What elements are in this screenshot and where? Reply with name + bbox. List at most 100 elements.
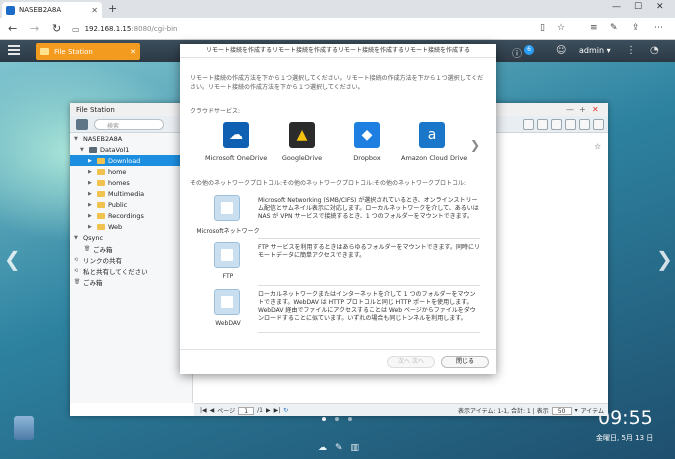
- filter-icon[interactable]: [537, 119, 548, 130]
- protocol-option-smb[interactable]: Microsoftネットワーク Microsoft Networking (SM…: [192, 195, 482, 243]
- next-button[interactable]: 次へ 次へ: [387, 356, 435, 368]
- favorite-star-icon[interactable]: ☆: [557, 23, 565, 33]
- cloud-option-googledrive[interactable]: ▲ GoogleDrive: [271, 122, 333, 162]
- dashboard-icon[interactable]: ◔: [650, 45, 659, 56]
- more-tools-icon[interactable]: [579, 119, 590, 130]
- other-protocols-label: その他のネットワークプロトコル:その他のネットワークプロトコル:その他のネットワ…: [190, 180, 467, 187]
- forward-icon[interactable]: →: [30, 22, 39, 35]
- refresh-list-icon[interactable]: ↻: [283, 407, 288, 414]
- expand-icon[interactable]: ▶: [88, 224, 94, 230]
- prev-page-icon[interactable]: ◀: [210, 407, 215, 414]
- next-desktop-icon[interactable]: ❯: [656, 247, 673, 271]
- reading-view-icon[interactable]: ▯: [540, 23, 545, 33]
- last-page-icon[interactable]: ▶|: [274, 407, 281, 414]
- refresh-icon[interactable]: [551, 119, 562, 130]
- maximize-icon[interactable]: ☐: [634, 2, 642, 12]
- cloud-option-onedrive[interactable]: ☁ Microsoft OneDrive: [205, 122, 267, 162]
- favorite-star-icon[interactable]: ☆: [594, 142, 601, 151]
- desktop-date: 金曜日, 5月 13 日: [596, 434, 654, 442]
- per-page-select[interactable]: 50: [551, 406, 572, 415]
- close-button[interactable]: 閉じる: [441, 356, 489, 368]
- cloud-option-dropbox[interactable]: ◆ Dropbox: [336, 122, 398, 162]
- expand-icon[interactable]: ▶: [88, 213, 94, 219]
- browser-tab[interactable]: NASEB2A8A ✕: [2, 2, 102, 18]
- refresh-icon[interactable]: ↻: [52, 22, 61, 35]
- myqnapcloud-icon[interactable]: ☁: [318, 443, 327, 453]
- webdav-folder-icon: [214, 289, 240, 315]
- tree-node-share-link[interactable]: ⟲ リンクの共有: [70, 254, 192, 265]
- tree-node-folder[interactable]: ▶ Recordings: [70, 210, 192, 221]
- previous-desktop-icon[interactable]: ❮: [4, 247, 21, 271]
- tree-node-recycle[interactable]: 🗑 ごみ箱: [70, 276, 192, 287]
- hub-icon[interactable]: ≡: [590, 23, 598, 33]
- column-header-size[interactable]: サイズ: [504, 52, 523, 62]
- url-host: 192.168.1.15: [84, 25, 132, 33]
- tree-node-folder[interactable]: ▶ Multimedia: [70, 188, 192, 199]
- recycle-bin-icon[interactable]: [14, 416, 34, 440]
- tree-node-folder[interactable]: ▶ homes: [70, 177, 192, 188]
- settings-icon[interactable]: [565, 119, 576, 130]
- tree-node-folder[interactable]: ▶ home: [70, 166, 192, 177]
- tree-label: home: [108, 167, 127, 176]
- tree-node-folder[interactable]: ▶ Public: [70, 199, 192, 210]
- close-window-icon[interactable]: ✕: [656, 2, 664, 12]
- collapse-icon[interactable]: ▼: [74, 235, 80, 241]
- view-mode-icon[interactable]: [523, 119, 534, 130]
- protocol-option-ftp[interactable]: FTP FTP サービスを利用するときはあらゆるフォルダーをマウントできます。同…: [192, 242, 482, 290]
- main-menu-icon[interactable]: [8, 45, 20, 55]
- help-icon[interactable]: [593, 119, 604, 130]
- network-folder-icon: [214, 195, 240, 221]
- url-field[interactable]: ▭ 192.168.1.15 :8080/cgi-bin: [72, 21, 512, 37]
- more-clouds-icon[interactable]: ❯: [470, 138, 480, 152]
- search-input[interactable]: 検索: [94, 119, 164, 130]
- per-page-chevron-icon[interactable]: ▾: [575, 407, 578, 414]
- expand-icon[interactable]: ▶: [88, 158, 94, 164]
- close-window-icon[interactable]: ✕: [592, 105, 599, 114]
- back-icon[interactable]: ←: [8, 22, 17, 35]
- feedback-icon[interactable]: ▥: [351, 443, 360, 453]
- desktop-dot[interactable]: [348, 417, 352, 421]
- tree-node-shared-with-me[interactable]: ⟲ 私と共有してください: [70, 265, 192, 276]
- tree-node-nas[interactable]: ▼ NASEB2A8A: [70, 133, 192, 144]
- toggle-sidebar-icon[interactable]: [76, 119, 88, 130]
- web-note-icon[interactable]: ✎: [610, 23, 618, 33]
- file-station-taskbar-tab[interactable]: File Station ✕: [36, 43, 140, 60]
- desktop-dot[interactable]: [335, 417, 339, 421]
- expand-icon[interactable]: ▶: [88, 169, 94, 175]
- page-label: ページ: [217, 408, 236, 415]
- dropbox-icon: ◆: [354, 122, 380, 148]
- page-input[interactable]: 1: [238, 406, 255, 415]
- folder-icon: [97, 212, 105, 219]
- status-right: 表示アイテム: 1-1, 合計: 1 | 表示 50 ▾ アイテム: [458, 406, 604, 415]
- folder-icon: [97, 201, 105, 208]
- close-tab-icon[interactable]: ✕: [91, 6, 98, 15]
- minimize-icon[interactable]: —: [612, 2, 621, 12]
- close-app-icon[interactable]: ✕: [130, 48, 136, 56]
- options-icon[interactable]: ⋮: [626, 45, 636, 56]
- cloud-option-amazon[interactable]: a Amazon Cloud Drive: [401, 122, 467, 162]
- first-page-icon[interactable]: |◀: [200, 407, 207, 414]
- next-page-icon[interactable]: ▶: [266, 407, 271, 414]
- expand-icon[interactable]: ▶: [88, 202, 94, 208]
- protocol-option-webdav[interactable]: WebDAV ローカルネットワークまたはインターネットを介して 1 つのフォルダ…: [192, 289, 482, 337]
- new-tab-icon[interactable]: +: [108, 2, 117, 15]
- admin-menu[interactable]: admin ▾: [579, 46, 611, 55]
- desktop-dot[interactable]: [322, 417, 326, 421]
- expand-icon[interactable]: ▶: [88, 191, 94, 197]
- share-icon[interactable]: ⇪: [632, 23, 640, 33]
- utility-icon[interactable]: ✎: [335, 443, 343, 453]
- collapse-icon[interactable]: ▼: [74, 136, 80, 142]
- tree-node-qsync[interactable]: ▼ Qsync: [70, 232, 192, 243]
- tree-node-folder[interactable]: ▶ Web: [70, 221, 192, 232]
- create-remote-connection-dialog: リモート接続を作成するリモート接続を作成するリモート接続を作成するリモート接続を…: [180, 44, 496, 374]
- maximize-window-icon[interactable]: +: [579, 105, 586, 114]
- tree-label: Recordings: [108, 211, 144, 220]
- tree-node-qsync-recycle[interactable]: 🗑 ごみ箱: [70, 243, 192, 254]
- tree-node-folder[interactable]: ▶ Download: [70, 155, 192, 166]
- more-icon[interactable]: ⋯: [654, 23, 663, 33]
- collapse-icon[interactable]: ▼: [80, 147, 86, 153]
- expand-icon[interactable]: ▶: [88, 180, 94, 186]
- user-avatar-icon[interactable]: ☺: [556, 45, 566, 56]
- tree-node-volume[interactable]: ▼ DataVol1: [70, 144, 192, 155]
- minimize-window-icon[interactable]: —: [566, 105, 574, 114]
